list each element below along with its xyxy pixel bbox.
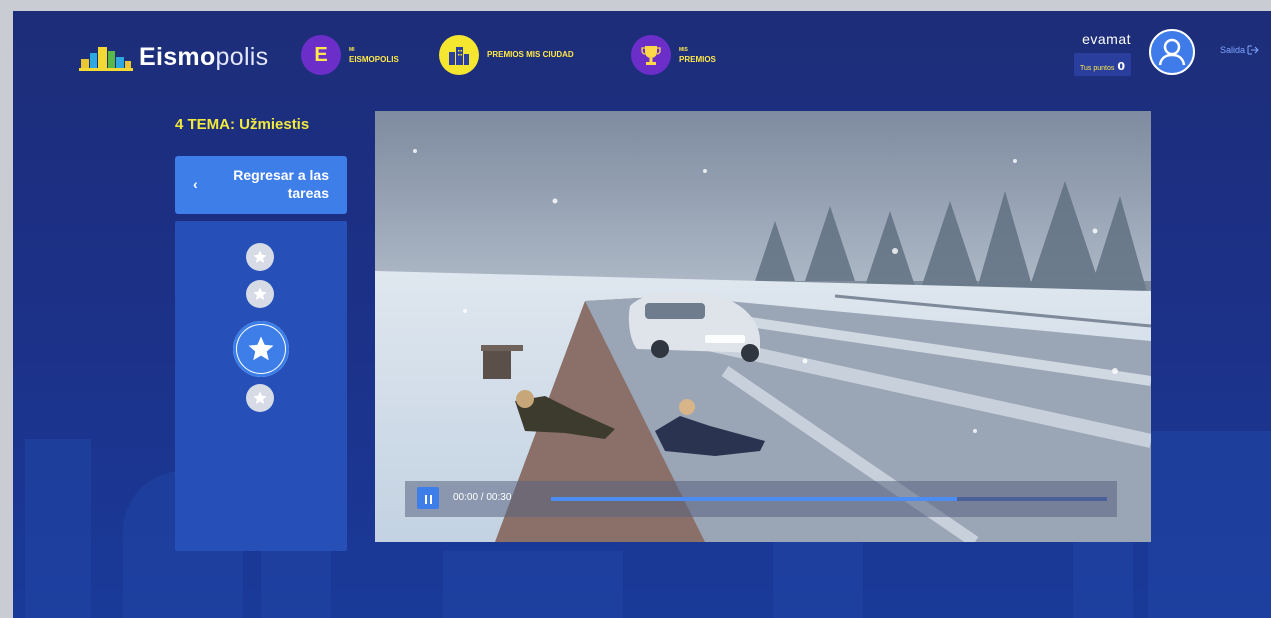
back-to-tasks-button[interactable]: ‹ Regresar a las tareas [175, 156, 347, 214]
video-controls: 00:00 / 00:30 [405, 481, 1117, 517]
nav-premios-mis-ciudad-label: PREMIOS MIS CIUDAD [487, 50, 574, 59]
trophy-icon [631, 35, 671, 75]
chevron-left-icon: ‹ [193, 176, 198, 192]
city-buildings-icon [439, 35, 479, 75]
app-window: Eismopolis E MI EISMOPOLIS PREMIOS MIS C… [13, 11, 1271, 618]
logout-icon [1247, 45, 1259, 55]
nav-premios-mis-ciudad[interactable]: PREMIOS MIS CIUDAD [439, 35, 574, 75]
video-time: 00:00 / 00:30 [453, 492, 512, 503]
eismopolis-logo[interactable]: Eismopolis [79, 43, 268, 71]
video-player[interactable]: 00:00 / 00:30 [375, 111, 1151, 542]
task-steps-panel [175, 221, 347, 551]
background-building [773, 541, 863, 618]
nav-mis-premios-label: MIS PREMIOS [679, 47, 716, 64]
pause-icon [423, 489, 433, 508]
back-to-tasks-label: Regresar a las tareas [233, 167, 329, 201]
background-building [443, 551, 623, 618]
video-progress-bar[interactable] [551, 497, 1107, 501]
background-building [1148, 431, 1271, 618]
user-avatar-icon[interactable] [1149, 29, 1195, 75]
pause-button[interactable] [417, 487, 439, 509]
step-4-star-icon[interactable] [246, 384, 274, 412]
step-1-star-icon[interactable] [246, 243, 274, 271]
nav-mi-eismopolis[interactable]: E MI EISMOPOLIS [301, 35, 399, 75]
letter-e-icon: E [301, 35, 341, 75]
video-progress-fill [551, 497, 957, 501]
step-2-star-icon[interactable] [246, 280, 274, 308]
background-building [25, 439, 91, 618]
video-frame-snowy-road [375, 111, 1151, 542]
city-logo-icon [79, 43, 133, 71]
username: evamat [1082, 31, 1131, 47]
top-header: Eismopolis E MI EISMOPOLIS PREMIOS MIS C… [13, 11, 1271, 101]
logout-link[interactable]: Salida [1220, 45, 1259, 55]
nav-mi-eismopolis-label: MI EISMOPOLIS [349, 47, 399, 64]
logo-text: Eismopolis [139, 43, 269, 71]
step-3-star-icon-active[interactable] [233, 321, 289, 377]
topic-title: 4 TEMA: Užmiestis [175, 116, 310, 133]
user-info: evamat Tus puntos 0 [1073, 31, 1131, 76]
nav-mis-premios[interactable]: MIS PREMIOS [631, 35, 716, 75]
points-badge: Tus puntos 0 [1073, 53, 1131, 76]
